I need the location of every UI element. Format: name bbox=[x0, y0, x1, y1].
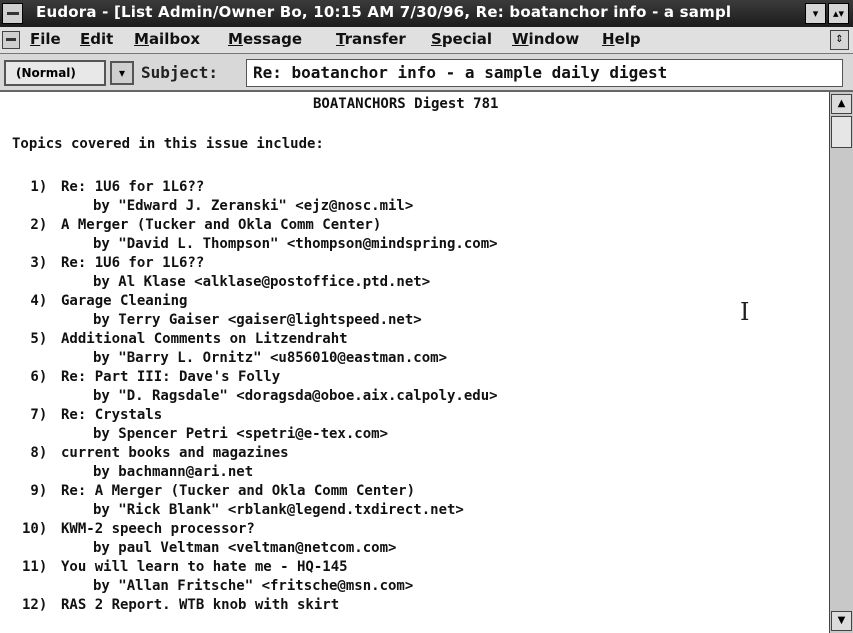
text-cursor-icon: I bbox=[740, 298, 750, 326]
topic-12-subject: RAS 2 Report. WTB knob with skirt bbox=[61, 597, 340, 613]
topic-12-num: 12) bbox=[22, 597, 48, 613]
topic-9-subject: Re: A Merger (Tucker and Okla Comm Cente… bbox=[61, 483, 416, 499]
menu-message[interactable]: Message bbox=[228, 30, 302, 48]
topic-8-subject: current books and magazines bbox=[61, 445, 289, 461]
topic-1-num: 1) bbox=[22, 179, 48, 195]
topic-3-author: by Al Klase <alklase@postoffice.ptd.net> bbox=[93, 274, 431, 290]
window-title: Eudora - [List Admin/Owner Bo, 10:15 AM … bbox=[36, 3, 732, 21]
menu-transfer[interactable]: Transfer bbox=[336, 30, 406, 48]
topic-6-author: by "D. Ragsdale" <doragsda@oboe.aix.calp… bbox=[93, 388, 498, 404]
scroll-up-button[interactable]: ▲ bbox=[831, 94, 852, 114]
topic-7-subject: Re: Crystals bbox=[61, 407, 163, 423]
eudora-window: Eudora - [List Admin/Owner Bo, 10:15 AM … bbox=[0, 0, 853, 633]
priority-dropdown-icon[interactable]: ▾ bbox=[110, 61, 134, 85]
topic-7-num: 7) bbox=[22, 407, 48, 423]
topic-9-num: 9) bbox=[22, 483, 48, 499]
system-menu-icon[interactable] bbox=[2, 3, 23, 24]
topic-1-subject: Re: 1U6 for 1L6?? bbox=[61, 179, 205, 195]
intro-text: Topics covered in this issue include: bbox=[12, 136, 324, 152]
topic-4-subject: Garage Cleaning bbox=[61, 293, 188, 309]
subject-field[interactable]: Re: boatanchor info - a sample daily dig… bbox=[246, 59, 843, 87]
minimize-button[interactable]: ▾ bbox=[805, 3, 826, 24]
restore-button[interactable]: ⇕ bbox=[830, 30, 849, 50]
topic-4-num: 4) bbox=[22, 293, 48, 309]
topic-8-author: by bachmann@ari.net bbox=[93, 464, 254, 480]
topic-10-num: 10) bbox=[22, 521, 48, 537]
topic-11-subject: You will learn to hate me - HQ-145 bbox=[61, 559, 348, 575]
message-toolbar: (Normal) ▾ Subject: Re: boatanchor info … bbox=[0, 54, 853, 92]
topic-10-author: by paul Veltman <veltman@netcom.com> bbox=[93, 540, 397, 556]
vertical-scrollbar[interactable]: ▲ ▼ bbox=[829, 92, 853, 633]
menu-mailbox[interactable]: Mailbox bbox=[134, 30, 200, 48]
topic-8-num: 8) bbox=[22, 445, 48, 461]
title-bar[interactable]: Eudora - [List Admin/Owner Bo, 10:15 AM … bbox=[0, 0, 853, 27]
topic-5-author: by "Barry L. Ornitz" <u856010@eastman.co… bbox=[93, 350, 448, 366]
menu-special[interactable]: Special bbox=[431, 30, 492, 48]
topic-5-subject: Additional Comments on Litzendraht bbox=[61, 331, 348, 347]
menu-bar: File Edit Mailbox Message Transfer Speci… bbox=[0, 27, 853, 54]
topic-3-num: 3) bbox=[22, 255, 48, 271]
topic-11-author: by "Allan Fritsche" <fritsche@msn.com> bbox=[93, 578, 414, 594]
topic-6-num: 6) bbox=[22, 369, 48, 385]
menu-help[interactable]: Help bbox=[602, 30, 641, 48]
message-body[interactable]: BOATANCHORS Digest 781 Topics covered in… bbox=[0, 92, 829, 633]
topic-10-subject: KWM-2 speech processor? bbox=[61, 521, 255, 537]
menu-window[interactable]: Window bbox=[512, 30, 579, 48]
digest-title: BOATANCHORS Digest 781 bbox=[313, 96, 499, 112]
subject-label: Subject: bbox=[141, 63, 219, 82]
maximize-button[interactable]: ▴▾ bbox=[828, 3, 849, 24]
topic-2-author: by "David L. Thompson" <thompson@mindspr… bbox=[93, 236, 498, 252]
topic-9-author: by "Rick Blank" <rblank@legend.txdirect.… bbox=[93, 502, 464, 518]
priority-select[interactable]: (Normal) bbox=[4, 60, 106, 86]
scroll-down-button[interactable]: ▼ bbox=[831, 611, 852, 631]
scroll-thumb[interactable] bbox=[831, 116, 852, 148]
topic-11-num: 11) bbox=[22, 559, 48, 575]
topic-7-author: by Spencer Petri <spetri@e-tex.com> bbox=[93, 426, 389, 442]
topic-1-author: by "Edward J. Zeranski" <ejz@nosc.mil> bbox=[93, 198, 414, 214]
menu-file[interactable]: File bbox=[30, 30, 61, 48]
topic-3-subject: Re: 1U6 for 1L6?? bbox=[61, 255, 205, 271]
menu-edit[interactable]: Edit bbox=[80, 30, 113, 48]
topic-5-num: 5) bbox=[22, 331, 48, 347]
topic-6-subject: Re: Part III: Dave's Folly bbox=[61, 369, 281, 385]
topic-2-subject: A Merger (Tucker and Okla Comm Center) bbox=[61, 217, 382, 233]
topic-2-num: 2) bbox=[22, 217, 48, 233]
topic-4-author: by Terry Gaiser <gaiser@lightspeed.net> bbox=[93, 312, 422, 328]
document-system-menu-icon[interactable] bbox=[2, 31, 20, 49]
